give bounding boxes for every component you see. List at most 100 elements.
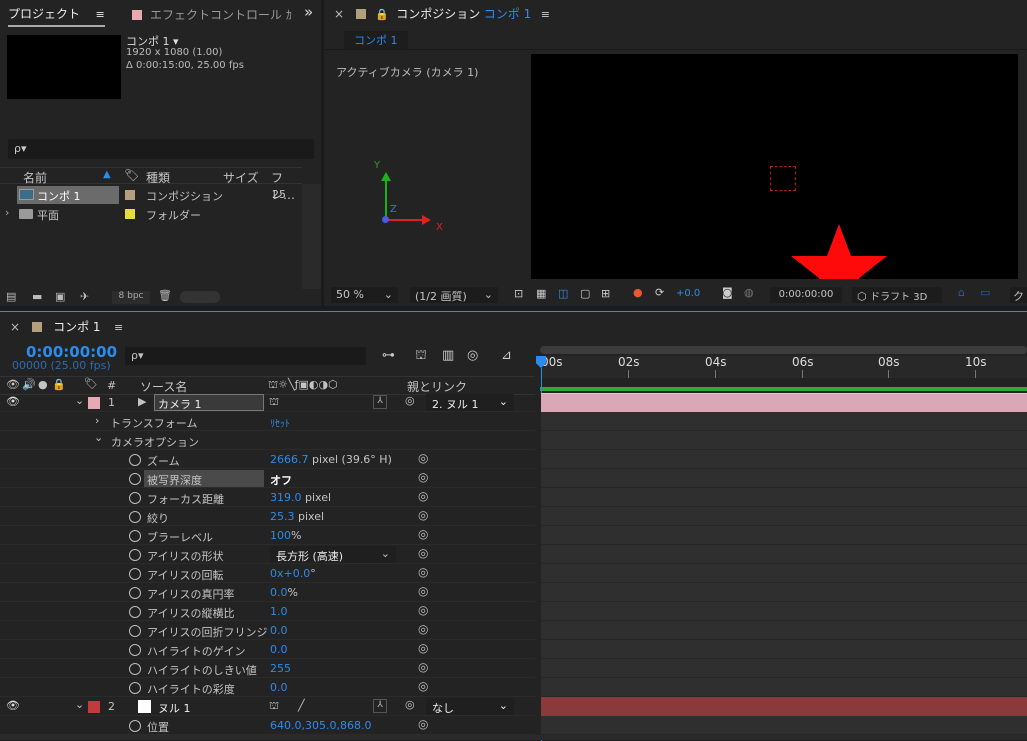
spiral-pickwhip-icon[interactable]: ◎ bbox=[405, 394, 415, 407]
project-search-input[interactable]: ρ▾ bbox=[8, 139, 314, 159]
grid-guide-icon[interactable]: ⊞ bbox=[601, 287, 610, 300]
graph-editor-icon[interactable]: ⊿ bbox=[501, 348, 512, 363]
label-color-swatch[interactable] bbox=[125, 190, 135, 200]
stopwatch-icon[interactable] bbox=[129, 663, 141, 675]
switches-icon[interactable]: ⛫☼╲ƒ▣◐◑⬡ bbox=[268, 378, 338, 393]
timecode-field[interactable]: 0:00:00:00 bbox=[770, 287, 842, 303]
chevron-down-icon[interactable]: ⌄ bbox=[75, 698, 84, 711]
star-shape[interactable] bbox=[789, 220, 889, 279]
null-layer-bar[interactable] bbox=[541, 697, 1027, 716]
project-scrollbar[interactable] bbox=[302, 184, 321, 289]
frame-blending-icon[interactable]: ▥ bbox=[442, 348, 454, 363]
project-item-row[interactable]: › 平面 フォルダー bbox=[0, 205, 302, 223]
composition-tab[interactable]: × 🔒 コンポジション コンポ 1 ≡ bbox=[334, 5, 550, 22]
project-item-row[interactable]: コンポ 1 コンポジション 25 bbox=[0, 186, 302, 204]
solo-icon[interactable]: ● bbox=[38, 378, 48, 391]
show-snapshot-icon[interactable]: ◍ bbox=[744, 286, 754, 299]
reset-link[interactable]: ﾘｾｯﾄ bbox=[270, 415, 290, 430]
close-icon[interactable]: × bbox=[334, 7, 344, 21]
property-value[interactable]: 319.0 pixel bbox=[270, 491, 331, 504]
camera-property-row[interactable]: ブラーレベル 100% ◎ bbox=[0, 526, 535, 545]
eye-icon[interactable]: 👁 bbox=[6, 395, 20, 408]
layer-name[interactable]: ヌル 1 bbox=[158, 700, 191, 716]
shy-switch-icon[interactable]: ⛫ bbox=[269, 395, 279, 410]
spiral-pickwhip-icon[interactable]: ◎ bbox=[418, 660, 428, 674]
column-type[interactable]: 種類 bbox=[146, 169, 170, 186]
camera-property-row[interactable]: アイリスの回転 0x+0.0° ◎ bbox=[0, 564, 535, 583]
stopwatch-icon[interactable] bbox=[129, 606, 141, 618]
view-layout-button[interactable]: ク bbox=[1010, 287, 1027, 303]
mask-visibility-icon[interactable]: ◫ bbox=[558, 287, 568, 300]
menu-icon[interactable]: ≡ bbox=[541, 8, 550, 21]
resolution-select[interactable]: (1/2 画質) ⌄ bbox=[410, 287, 498, 303]
spiral-pickwhip-icon[interactable]: ◎ bbox=[418, 546, 428, 560]
camera-property-row[interactable]: ズーム 2666.7 pixel (39.6° H) ◎ bbox=[0, 450, 535, 469]
property-value-number[interactable]: 25.3 bbox=[270, 510, 295, 523]
spiral-pickwhip-icon[interactable]: ◎ bbox=[418, 527, 428, 541]
trash-icon[interactable]: 🗑 bbox=[158, 289, 172, 302]
stopwatch-icon[interactable] bbox=[129, 473, 141, 485]
parent-select[interactable]: なし ⌄ bbox=[426, 698, 514, 715]
bpc-button[interactable]: 8 bpc bbox=[112, 291, 150, 304]
spiral-pickwhip-icon[interactable]: ◎ bbox=[418, 679, 428, 693]
property-value[interactable]: 0.0 bbox=[270, 643, 288, 656]
stopwatch-icon[interactable] bbox=[129, 454, 141, 466]
fast-previews-icon[interactable]: ⊡ bbox=[514, 287, 523, 300]
spiral-pickwhip-icon[interactable]: ◎ bbox=[418, 717, 428, 731]
layer-row-camera[interactable]: 👁 ⌄ 1 ▶ カメラ 1 ⛫ ⅄ ◎ 2. ヌル 1 ⌄ bbox=[0, 393, 535, 412]
breadcrumb-item[interactable]: コンポ 1 bbox=[344, 31, 408, 49]
property-value[interactable]: 0.0 bbox=[270, 681, 288, 694]
channel-icon[interactable]: ● bbox=[633, 286, 643, 299]
new-composition-icon[interactable]: ▣ bbox=[55, 290, 65, 303]
camera-property-row[interactable]: ハイライトの彩度 0.0 ◎ bbox=[0, 678, 535, 697]
camera-options-group[interactable]: ⌄ カメラオプション bbox=[0, 431, 535, 450]
stopwatch-icon[interactable] bbox=[129, 492, 141, 504]
iris-shape-select[interactable]: 長方形 (高速) ⌄ bbox=[270, 546, 396, 563]
timeline-tab[interactable]: × コンポ 1 ≡ bbox=[10, 318, 123, 335]
3d-ground-plane-icon[interactable]: ⌂ bbox=[958, 286, 965, 299]
property-value-number[interactable]: 319.0 bbox=[270, 491, 302, 504]
property-value-number[interactable]: 0.0 bbox=[270, 586, 288, 599]
close-icon[interactable]: × bbox=[10, 320, 20, 334]
column-name[interactable]: 名前 bbox=[23, 169, 47, 186]
property-value[interactable]: 100% bbox=[270, 529, 301, 542]
effects-tab[interactable]: エフェクトコントロール ｶ bbox=[132, 6, 292, 23]
eye-icon[interactable]: 👁 bbox=[6, 378, 20, 391]
time-ruler[interactable]: 00s 02s 04s 06s 08s 10s bbox=[536, 344, 1027, 396]
exposure-value[interactable]: +0.0 bbox=[676, 288, 700, 299]
property-value[interactable]: 1.0 bbox=[270, 605, 288, 618]
property-value-number[interactable]: 2666.7 bbox=[270, 453, 309, 466]
property-value-number[interactable]: 1.0 bbox=[270, 605, 288, 618]
chevron-right-icon[interactable]: › bbox=[95, 414, 99, 427]
interpret-footage-icon[interactable]: ▤ bbox=[6, 290, 16, 303]
stopwatch-icon[interactable] bbox=[129, 625, 141, 637]
spiral-pickwhip-icon[interactable]: ◎ bbox=[418, 641, 428, 655]
stopwatch-icon[interactable] bbox=[129, 682, 141, 694]
zoom-select[interactable]: 50 % ⌄ bbox=[331, 287, 398, 303]
label-tag-icon[interactable]: 🏷 bbox=[124, 168, 139, 182]
label-color-swatch[interactable] bbox=[88, 701, 100, 713]
lock-icon[interactable]: 🔒 bbox=[52, 378, 66, 391]
camera-property-row[interactable]: ハイライトのしきい値 255 ◎ bbox=[0, 659, 535, 678]
spiral-pickwhip-icon[interactable]: ◎ bbox=[405, 698, 415, 711]
camera-layer-bar[interactable] bbox=[541, 393, 1027, 412]
region-of-interest-icon[interactable]: ▢ bbox=[580, 287, 590, 300]
pickwhip-parent-icon[interactable]: ⅄ bbox=[373, 395, 387, 409]
property-value[interactable]: 2666.7 pixel (39.6° H) bbox=[270, 453, 392, 466]
stopwatch-icon[interactable] bbox=[129, 549, 141, 561]
motion-blur-icon[interactable]: ◎ bbox=[467, 348, 478, 363]
stopwatch-icon[interactable] bbox=[129, 568, 141, 580]
pickwhip-parent-icon[interactable]: ⅄ bbox=[373, 699, 387, 713]
shy-switch-icon[interactable]: ⛫ bbox=[269, 699, 279, 714]
property-value-number[interactable]: 100 bbox=[270, 529, 291, 542]
work-area-green-bar[interactable] bbox=[540, 387, 1027, 391]
stopwatch-icon[interactable] bbox=[129, 530, 141, 542]
spiral-pickwhip-icon[interactable]: ◎ bbox=[418, 565, 428, 579]
property-value[interactable]: 0.0 bbox=[270, 624, 288, 637]
transparency-grid-icon[interactable]: ▦ bbox=[536, 287, 546, 300]
label-color-swatch[interactable] bbox=[88, 397, 100, 409]
shy-icon[interactable]: ⛫ bbox=[415, 348, 427, 365]
renderer-button[interactable]: ⬡ ドラフト 3D bbox=[852, 287, 942, 303]
spiral-pickwhip-icon[interactable]: ◎ bbox=[418, 508, 428, 522]
stopwatch-icon[interactable] bbox=[129, 587, 141, 599]
